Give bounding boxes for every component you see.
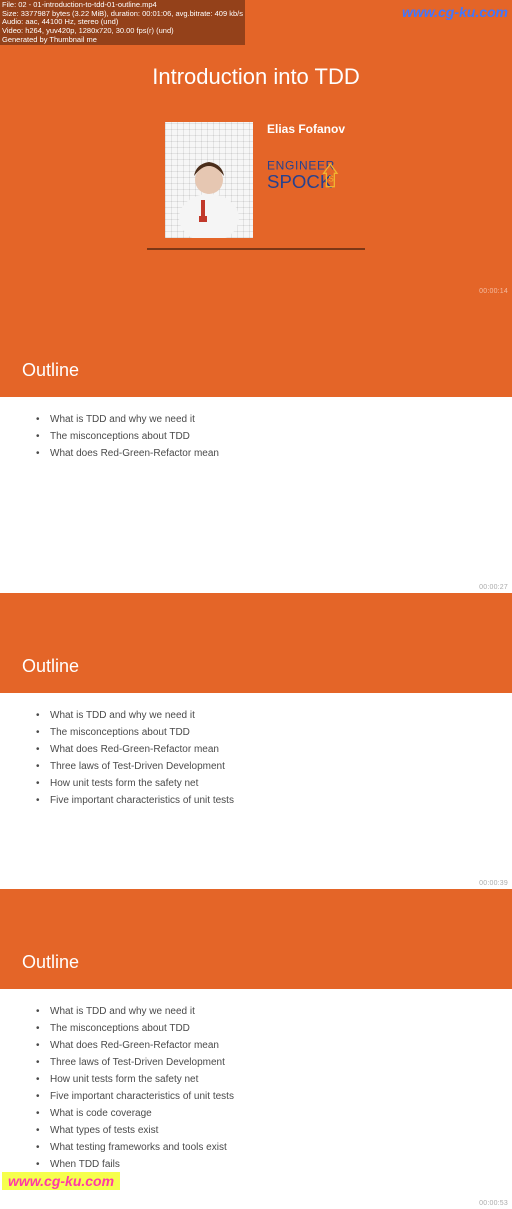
slide-timestamp: 00:00:14	[479, 288, 508, 295]
slide-outline-1: Outline What is TDD and why we need itTh…	[0, 297, 512, 593]
outline-item: What is code coverage	[36, 1105, 512, 1122]
outline-heading: Outline	[22, 656, 79, 677]
outline-list: What is TDD and why we need itThe miscon…	[36, 707, 512, 809]
logo-text-bottom: SPOCK	[267, 171, 333, 192]
outline-item: When TDD fails	[36, 1156, 512, 1173]
outline-header: Outline	[0, 593, 512, 693]
outline-list: What is TDD and why we need itThe miscon…	[36, 1003, 512, 1173]
outline-item: The misconceptions about TDD	[36, 724, 512, 741]
outline-item: Five important characteristics of unit t…	[36, 792, 512, 809]
slide-timestamp: 00:00:53	[479, 1200, 508, 1207]
intro-right-column: Elias Fofanov ENGINEER SPOCK S	[267, 122, 347, 202]
slide-outline-2: Outline What is TDD and why we need itTh…	[0, 593, 512, 889]
outline-item: What types of tests exist	[36, 1122, 512, 1139]
outline-item: How unit tests form the safety net	[36, 775, 512, 792]
outline-item: Five important characteristics of unit t…	[36, 1088, 512, 1105]
svg-text:S: S	[328, 174, 333, 183]
intro-row: Elias Fofanov ENGINEER SPOCK S	[165, 122, 347, 238]
author-name: Elias Fofanov	[267, 122, 347, 136]
slide-timestamp: 00:00:39	[479, 880, 508, 887]
outline-item: What is TDD and why we need it	[36, 707, 512, 724]
engineer-spock-logo: ENGINEER SPOCK S	[267, 154, 347, 202]
logo-text-top: ENGINEER	[267, 158, 335, 172]
title-divider	[147, 248, 365, 250]
slide-outline-3: Outline What is TDD and why we need itTh…	[0, 889, 512, 1209]
outline-heading: Outline	[22, 952, 79, 973]
author-figure	[174, 152, 244, 238]
slide-timestamp: 00:00:27	[479, 584, 508, 591]
outline-heading: Outline	[22, 360, 79, 381]
video-metadata: File: 02 - 01-introduction-to-tdd-01-out…	[0, 0, 245, 45]
outline-item: The misconceptions about TDD	[36, 428, 512, 445]
outline-item: What does Red-Green-Refactor mean	[36, 741, 512, 758]
meta-generator: Generated by Thumbnail me	[2, 36, 243, 45]
outline-item: Three laws of Test-Driven Development	[36, 758, 512, 775]
outline-header: Outline	[0, 297, 512, 397]
outline-item: What does Red-Green-Refactor mean	[36, 1037, 512, 1054]
author-photo	[165, 122, 253, 238]
outline-body: What is TDD and why we need itThe miscon…	[0, 693, 512, 889]
outline-item: What is TDD and why we need it	[36, 411, 512, 428]
watermark-top: www.cg-ku.com	[402, 4, 508, 20]
outline-item: How unit tests form the safety net	[36, 1071, 512, 1088]
outline-item: What does Red-Green-Refactor mean	[36, 445, 512, 462]
outline-item: Three laws of Test-Driven Development	[36, 1054, 512, 1071]
outline-header: Outline	[0, 889, 512, 989]
outline-item: What is TDD and why we need it	[36, 1003, 512, 1020]
outline-body: What is TDD and why we need itThe miscon…	[0, 397, 512, 593]
watermark-bottom: www.cg-ku.com	[2, 1172, 120, 1190]
thumbnail-grid: Introduction into TDD Elias Fofanov	[0, 0, 512, 1209]
outline-item: What testing frameworks and tools exist	[36, 1139, 512, 1156]
outline-item: The misconceptions about TDD	[36, 1020, 512, 1037]
outline-list: What is TDD and why we need itThe miscon…	[36, 411, 512, 462]
slide-title: Introduction into TDD	[0, 64, 512, 90]
